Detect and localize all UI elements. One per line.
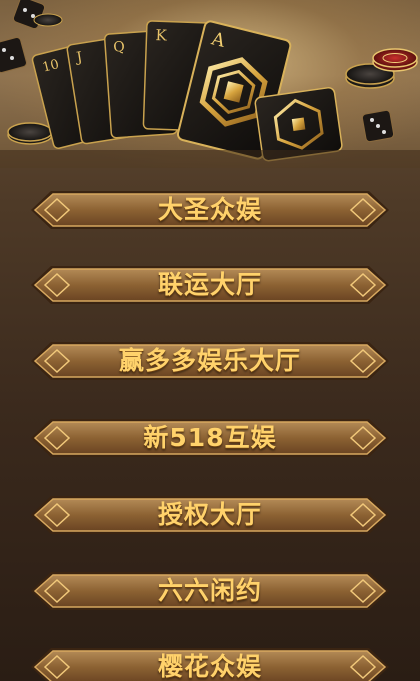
playing-cards: 10 J Q K A (31, 20, 343, 162)
card-rank: Q (113, 39, 126, 56)
menu-item[interactable]: 赢多多娱乐大厅 (31, 341, 389, 381)
menu-item-label: 授权大厅 (157, 500, 262, 529)
menu-item[interactable]: 樱花众娱 (31, 647, 389, 681)
hero-banner: 10 J Q K A (0, 0, 420, 168)
menu-item-label: 大圣众娱 (157, 195, 262, 224)
menu-item[interactable]: 新518互娱 (31, 418, 389, 458)
menu-item[interactable]: 联运大厅 (31, 265, 389, 305)
menu-item-label: 新518互娱 (143, 423, 277, 452)
dice-icon (361, 109, 395, 143)
menu-item-label: 六六闲约 (157, 576, 262, 605)
cards-illustration: 10 J Q K A (0, 0, 420, 168)
menu-item-label: 联运大厅 (157, 270, 262, 299)
menu-item[interactable]: 授权大厅 (31, 495, 389, 535)
card-rank: K (155, 26, 168, 44)
menu-item[interactable]: 六六闲约 (31, 571, 389, 611)
app-page: 10 J Q K A 大圣众娱 联运大厅 赢多多娱乐大厅 新518互娱 授权大厅… (0, 0, 420, 681)
chip-icon (345, 48, 418, 89)
menu-item-label: 赢多多娱乐大厅 (118, 346, 301, 375)
menu-item-label: 樱花众娱 (157, 652, 262, 681)
menu-item[interactable]: 大圣众娱 (31, 190, 389, 230)
